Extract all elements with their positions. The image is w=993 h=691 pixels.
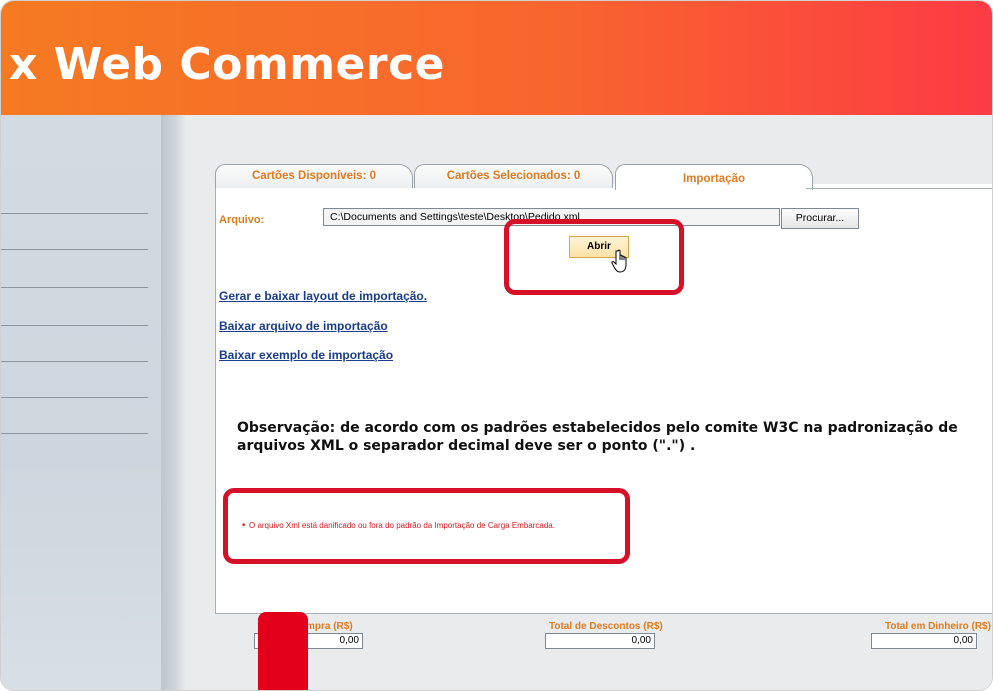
total-discounts-label: Total de Descontos (R$) xyxy=(549,621,663,632)
header-banner: x Web Commerce xyxy=(1,1,992,115)
error-message: O arquivo Xml está danificado ou fora do… xyxy=(249,521,555,530)
download-example-link[interactable]: Baixar exemplo de importação xyxy=(219,348,393,362)
observation-note: Observação: de acordo com os padrões est… xyxy=(237,420,958,454)
sidebar-divider xyxy=(1,325,148,326)
sidebar-divider xyxy=(1,433,148,434)
tab-available-cards[interactable]: Cartões Disponíveis: 0 xyxy=(215,164,413,188)
browse-button[interactable]: Procurar... xyxy=(781,208,859,229)
sidebar-divider xyxy=(1,213,148,214)
tab-selected-cards[interactable]: Cartões Selecionados: 0 xyxy=(414,164,613,188)
total-discounts-field[interactable]: 0,00 xyxy=(545,633,655,649)
file-label: Arquivo: xyxy=(219,214,265,226)
tab-baseline xyxy=(806,188,992,189)
total-cash-field[interactable]: 0,00 xyxy=(871,633,977,649)
generate-layout-link[interactable]: Gerar e baixar layout de importação. xyxy=(219,289,427,303)
app-title: x Web Commerce xyxy=(9,39,445,90)
total-cash-label: Total em Dinheiro (R$) xyxy=(885,621,991,632)
error-bullet: • xyxy=(241,521,247,531)
sidebar xyxy=(1,115,173,690)
sidebar-divider xyxy=(1,287,148,288)
sidebar-divider xyxy=(1,249,148,250)
sidebar-divider xyxy=(1,397,148,398)
tab-import[interactable]: Importação xyxy=(615,164,813,190)
sidebar-divider xyxy=(1,361,148,362)
app-window: x Web Commerce Cartões Disponíveis: 0 Ca… xyxy=(0,0,993,691)
download-import-file-link[interactable]: Baixar arquivo de importação xyxy=(219,319,388,333)
total-purchase-label: mpra (R$) xyxy=(306,621,353,632)
red-marker xyxy=(258,612,308,690)
panel-shadow xyxy=(161,115,185,690)
highlight-open-button xyxy=(504,219,684,295)
